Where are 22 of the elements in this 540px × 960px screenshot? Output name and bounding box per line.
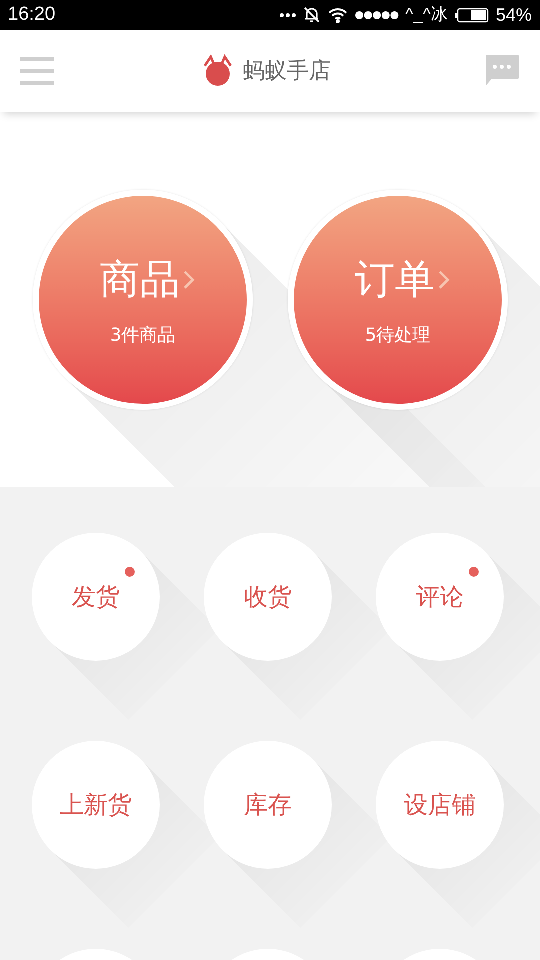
battery-percent: 54%: [496, 4, 532, 26]
menu-button[interactable]: [20, 55, 54, 87]
action-button[interactable]: 收货: [204, 533, 332, 661]
app-title: 蚂蚁手店: [243, 58, 331, 86]
carrier-name: ^_^冰: [406, 4, 448, 26]
chevron-right-icon: [437, 268, 451, 290]
mute-bell-icon: [302, 6, 321, 24]
message-button[interactable]: [484, 54, 520, 88]
action-button[interactable]: 设店铺: [376, 741, 504, 869]
action-button[interactable]: 上新货: [32, 741, 160, 869]
ant-logo-icon: [201, 54, 235, 88]
action-button[interactable]: 发货: [32, 533, 160, 661]
card-subtitle: 3件商品: [110, 324, 176, 348]
signal-icon: [354, 10, 399, 20]
status-time: 16:20: [8, 2, 56, 27]
action-button[interactable]: 库存: [204, 741, 332, 869]
action-button[interactable]: 评论: [376, 533, 504, 661]
card-subtitle: 5待处理: [365, 324, 431, 348]
chevron-right-icon: [182, 268, 196, 290]
more-icon: [280, 12, 296, 18]
wifi-icon: [328, 8, 348, 22]
battery-icon: [454, 8, 489, 22]
